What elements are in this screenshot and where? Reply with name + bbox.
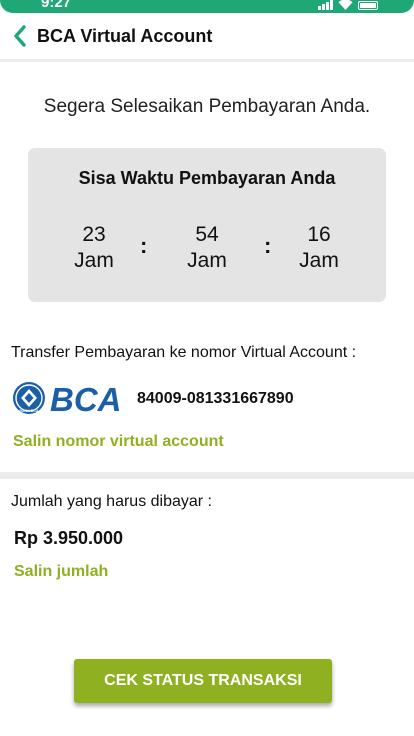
countdown-separator: : (264, 233, 272, 258)
bca-logo-text: BCA (50, 381, 122, 416)
chevron-left-icon[interactable] (12, 25, 28, 47)
amount-label: Jumlah yang harus dibayar : (11, 493, 212, 510)
virtual-account-number: 84009-081331667890 (137, 390, 294, 407)
countdown-label: Jam (299, 249, 339, 272)
status-bar: 9:27 (0, 0, 414, 13)
wifi-icon (338, 0, 353, 10)
virtual-account-label: Transfer Pembayaran ke nomor Virtual Acc… (11, 344, 357, 361)
amount-value: Rp 3.950.000 (14, 528, 124, 548)
copy-amount-link[interactable]: Salin jumlah (14, 562, 108, 582)
app-bar: BCA Virtual Account (0, 13, 414, 62)
check-status-button[interactable]: CEK STATUS TRANSAKSI (74, 659, 332, 703)
countdown-label: Jam (74, 249, 114, 272)
countdown-label: Jam (187, 249, 227, 272)
countdown-value: 54 (195, 223, 219, 246)
countdown-unit-1: 23 Jam (49, 222, 139, 274)
bca-logo: BANK BCA BCA (13, 381, 122, 416)
countdown-unit-3: 16 Jam (274, 222, 364, 274)
countdown-value: 23 (82, 223, 106, 246)
payment-headline: Segera Selesaikan Pembayaran Anda. (43, 96, 371, 117)
bca-logo-small-text: BANK BCA (19, 409, 39, 413)
section-divider (0, 472, 414, 479)
countdown-box: Sisa Waktu Pembayaran Anda 23 Jam : 54 J… (28, 148, 386, 302)
countdown-unit-2: 54 Jam (162, 222, 252, 274)
countdown-title: Sisa Waktu Pembayaran Anda (78, 168, 336, 188)
status-time: 9:27 (41, 0, 72, 11)
payment-page: 9:27 BCA Virtual Account Segera Selesaik… (0, 0, 414, 736)
page-title: BCA Virtual Account (37, 26, 213, 46)
battery-icon (358, 1, 378, 10)
signal-icon (318, 0, 333, 10)
countdown-value: 16 (307, 223, 331, 246)
copy-virtual-account-link[interactable]: Salin nomor virtual account (13, 432, 224, 452)
status-icons (318, 0, 378, 10)
countdown-separator: : (140, 233, 148, 258)
